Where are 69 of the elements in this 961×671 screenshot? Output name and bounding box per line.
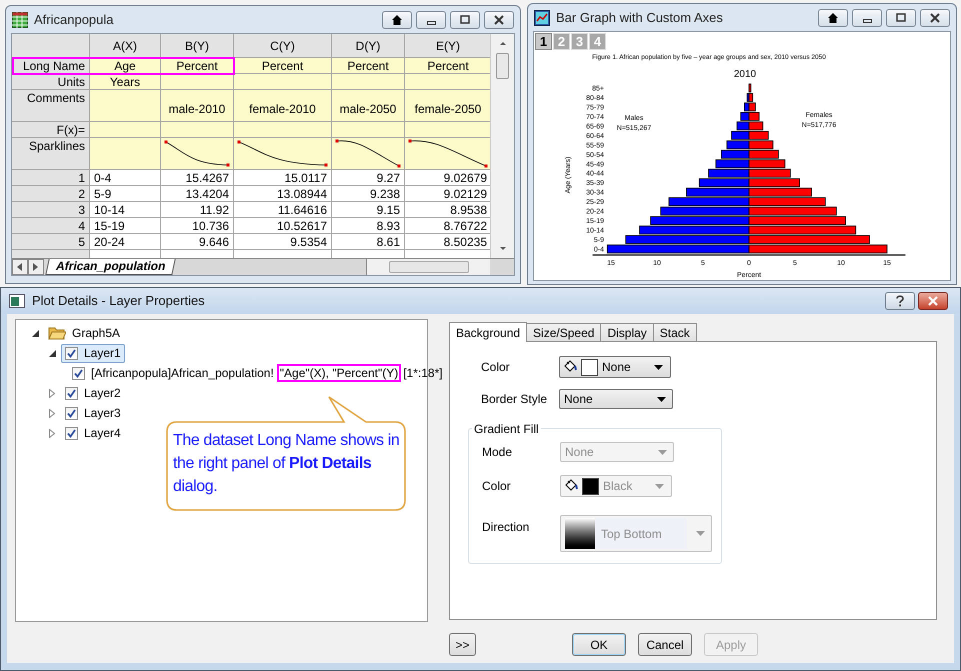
table-cell: 10.736 <box>161 218 234 234</box>
table-cell: 15-19 <box>90 218 161 234</box>
field-label: Mode <box>482 444 514 461</box>
row-number: 4 <box>12 218 90 234</box>
column-header[interactable]: D(Y) <box>332 34 405 58</box>
row-header: Sparklines <box>12 138 90 170</box>
table-cell: 9.15 <box>332 202 405 218</box>
table-cell: 9.27 <box>332 170 405 186</box>
field-label: Color <box>481 359 511 376</box>
row-number: 5 <box>12 234 90 250</box>
table-cell: 9.646 <box>161 234 234 250</box>
table-cell: 15.0117 <box>234 170 332 186</box>
table-cell: Percent <box>405 58 490 74</box>
table-cell: 13.08944 <box>234 186 332 202</box>
column-header[interactable]: B(Y) <box>161 34 234 58</box>
tree-item[interactable]: [Africanpopula]African_population! "Age"(X), "Percent"(Y) [1*:18*] <box>68 364 447 382</box>
table-cell: 20-24 <box>90 234 161 250</box>
tree-item[interactable]: Graph5A <box>44 324 124 342</box>
table-cell: 5-9 <box>90 186 161 202</box>
table-cell: 11.64616 <box>234 202 332 218</box>
tab[interactable]: Background <box>449 322 528 342</box>
table-cell: 10-14 <box>90 202 161 218</box>
row-header: Comments <box>12 90 90 122</box>
table-cell: 13.4204 <box>161 186 234 202</box>
table-cell: male-2010 <box>161 90 234 122</box>
tab[interactable]: Display <box>600 323 654 341</box>
field-label: Border Style <box>481 391 548 408</box>
layer-tab[interactable]: 1 <box>535 33 552 50</box>
dropdown[interactable]: None <box>559 389 673 409</box>
tree-item[interactable]: Layer2 <box>61 384 125 402</box>
row-number: 3 <box>12 202 90 218</box>
window-title: Plot Details - Layer Properties <box>32 292 205 310</box>
window-title: Bar Graph with Custom Axes <box>556 8 723 27</box>
table-cell: 10.52617 <box>234 218 332 234</box>
row-header: F(x)= <box>12 122 90 138</box>
row-number: 2 <box>12 186 90 202</box>
table-cell: Percent <box>234 58 332 74</box>
callout-text: The dataset Long Name shows in the right panel of Plot Details dialog. <box>173 431 400 497</box>
tab[interactable]: Stack <box>652 323 697 341</box>
table-cell: 11.92 <box>161 202 234 218</box>
color-dropdown[interactable]: None <box>559 356 671 378</box>
dialog-button[interactable]: OK <box>572 633 626 656</box>
table-cell: 15.4267 <box>161 170 234 186</box>
chart-title: 2010 <box>734 69 756 80</box>
column-header[interactable]: C(Y) <box>234 34 332 58</box>
table-cell: 9.238 <box>332 186 405 202</box>
tree-item[interactable]: Layer1 <box>61 344 125 362</box>
dialog-button[interactable]: Cancel <box>638 633 692 656</box>
row-number: 1 <box>12 170 90 186</box>
table-cell: female-2010 <box>234 90 332 122</box>
table-cell: male-2050 <box>332 90 405 122</box>
window-title: Africanpopula <box>34 10 114 29</box>
table-cell: 9.5354 <box>234 234 332 250</box>
tree-item[interactable]: Layer4 <box>61 424 125 442</box>
column-header[interactable]: A(X) <box>90 34 161 58</box>
table-cell: 8.61 <box>332 234 405 250</box>
sheet-tab[interactable]: African_population <box>45 259 176 275</box>
table-cell: 8.93 <box>332 218 405 234</box>
table-cell: 0-4 <box>90 170 161 186</box>
tab[interactable]: Size/Speed <box>526 323 602 341</box>
tree-item[interactable]: Layer3 <box>61 404 125 422</box>
expand-button[interactable]: >> <box>449 633 476 656</box>
field-label: Color <box>482 478 512 495</box>
field-label: Direction <box>482 519 530 536</box>
row-header: Units <box>12 74 90 90</box>
column-header[interactable]: E(Y) <box>405 34 490 58</box>
table-cell: Percent <box>332 58 405 74</box>
table-cell: female-2050 <box>405 90 490 122</box>
table-cell: Years <box>90 74 161 90</box>
